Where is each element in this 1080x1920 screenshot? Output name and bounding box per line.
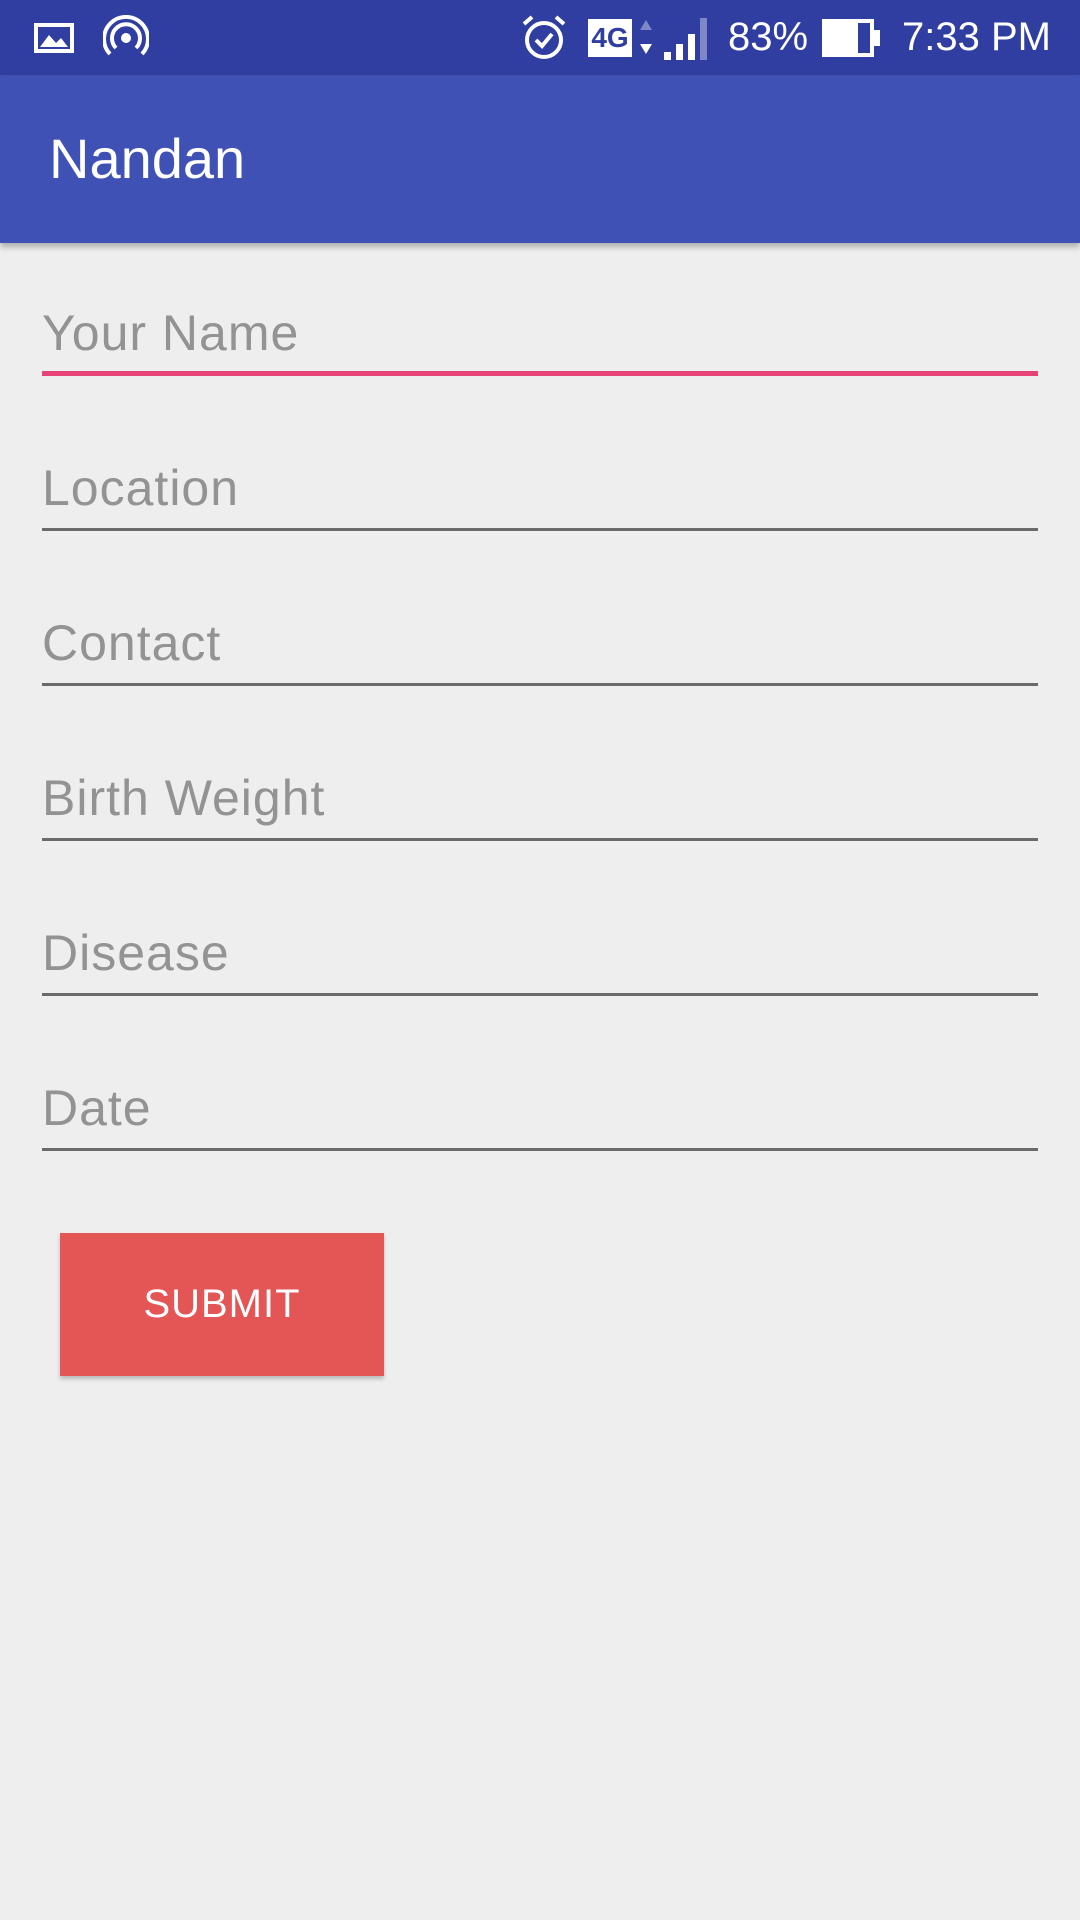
network-type-label: 4G — [588, 18, 632, 57]
birth-weight-field-underline — [42, 838, 1038, 841]
name-field-underline — [42, 371, 1038, 376]
name-field-hint: Your Name — [42, 305, 300, 361]
disease-field-hint: Disease — [42, 925, 230, 981]
date-field[interactable]: Date — [42, 1071, 1038, 1151]
location-field[interactable]: Location — [42, 451, 1038, 531]
disease-field-underline — [42, 993, 1038, 996]
submit-button[interactable]: SUBMIT — [60, 1233, 384, 1376]
disease-field[interactable]: Disease — [42, 916, 1038, 996]
date-field-hint: Date — [42, 1080, 152, 1136]
location-field-hint: Location — [42, 460, 240, 516]
birth-weight-field[interactable]: Birth Weight — [42, 761, 1038, 841]
status-time: 7:33 PM — [902, 15, 1051, 59]
location-field-underline — [42, 528, 1038, 531]
name-field[interactable]: Your Name — [42, 296, 1038, 376]
alarm-icon — [518, 0, 570, 75]
birth-weight-field-hint: Birth Weight — [42, 770, 326, 826]
signal-icon — [660, 0, 712, 75]
contact-field-underline — [42, 683, 1038, 686]
date-field-underline — [42, 1148, 1038, 1151]
hotspot-icon — [103, 0, 149, 75]
app-bar: Nandan — [0, 75, 1080, 243]
contact-field-hint: Contact — [42, 615, 222, 671]
app-title: Nandan — [49, 127, 246, 190]
status-bar: 4G 83% 7:33 PM — [0, 0, 1080, 75]
4g-icon: 4G — [588, 0, 632, 75]
battery-icon — [820, 0, 882, 75]
contact-field[interactable]: Contact — [42, 606, 1038, 686]
image-icon — [34, 0, 74, 75]
data-arrows-icon — [636, 0, 656, 75]
battery-percent: 83% — [728, 15, 809, 59]
